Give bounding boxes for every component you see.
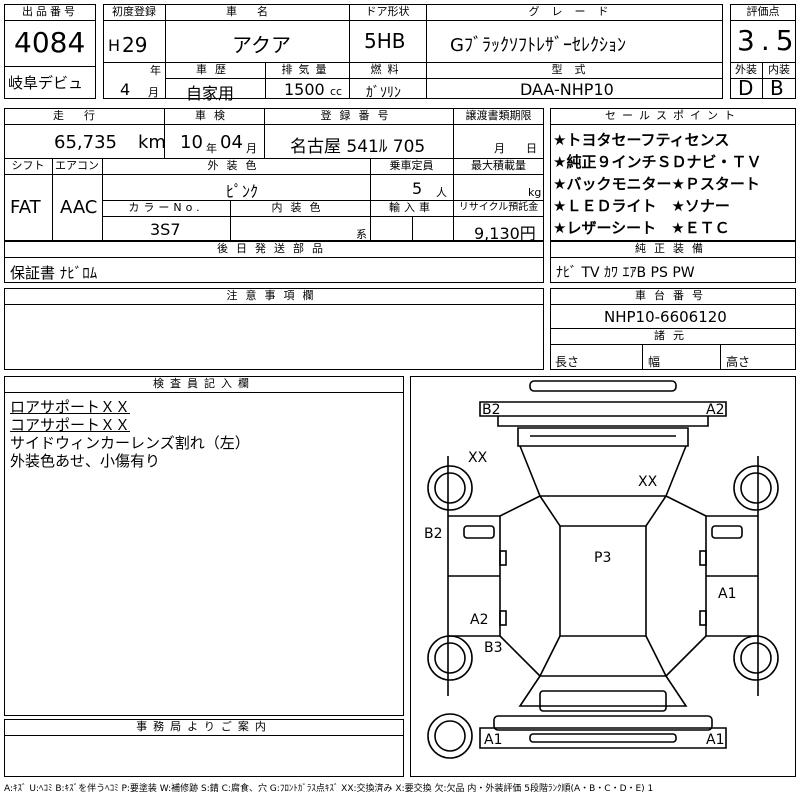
mark-a2-front: A2 — [706, 402, 724, 418]
mark-b3-left: B3 — [484, 640, 503, 656]
sales-point-2: ★純正９インチＳＤナビ・ＴＶ — [553, 153, 762, 171]
capacity-label: 乗車定員 — [389, 159, 434, 172]
car-name-label: 車名 — [226, 5, 288, 18]
import-label: 輸入車 — [389, 201, 434, 214]
capacity-unit: 人 — [436, 186, 447, 199]
score: 3.5 — [737, 24, 800, 57]
history-label: 車歴 — [196, 63, 234, 76]
ac: AAC — [60, 197, 98, 218]
factory-equipment: ﾅﾋﾞ TV ｶﾜ ｴｱB PS PW — [556, 265, 695, 281]
transfer-day-unit: 日 — [526, 142, 537, 155]
later-parts-label: 後日発送部品 — [217, 242, 331, 255]
car-name: アクア — [232, 33, 291, 57]
ext-color: ﾋﾟﾝｸ — [226, 182, 259, 201]
notes-label: 注意事項欄 — [226, 289, 322, 302]
month-unit: 月 — [148, 86, 159, 99]
ext-grade-label: 外装 — [735, 63, 757, 76]
lot-number: 4084 — [14, 26, 86, 59]
reg-no-label: 登録番号 — [320, 109, 397, 122]
first-reg-month: 4 — [120, 80, 131, 99]
capacity: 5 — [412, 179, 423, 198]
mark-a1-bottom-right: A1 — [706, 732, 724, 748]
inspection-year-unit: 年 — [206, 142, 217, 155]
chassis-label: 車台番号 — [635, 289, 711, 302]
inspection-month: 04 — [220, 132, 243, 153]
mark-b2-front: B2 — [482, 402, 501, 418]
legend: A:ｷｽﾞ U:ﾍｺﾐ B:ｷｽﾞを伴うﾍｺﾐ P:要塗装 W:補修跡 S:錆 … — [4, 784, 654, 794]
transfer-month-unit: 月 — [494, 142, 505, 155]
max-load-label: 最大積載量 — [471, 159, 526, 172]
color-no: 3S7 — [150, 220, 181, 239]
grade-label: グレード — [528, 5, 621, 18]
mark-a1-bottom-left: A1 — [484, 732, 502, 748]
fuel-label: 燃料 — [370, 63, 405, 76]
displacement-label: 排気量 — [281, 63, 333, 76]
specs-label: 諸元 — [654, 329, 692, 342]
inspector-line-4: 外装色あせ、小傷有り — [10, 452, 161, 470]
chassis-number: NHP10-6606120 — [604, 308, 727, 326]
mileage-unit: km — [138, 132, 166, 153]
car-diagram: B2 A2 XX XX B2 P3 A1 A2 B3 A1 A1 — [424, 380, 779, 759]
max-load-unit: kg — [528, 186, 542, 199]
sales-point-3: ★バックモニター★Ｐスタート — [553, 175, 760, 193]
mark-p3: P3 — [594, 550, 611, 566]
sales-points-label: セールスポイント — [605, 109, 741, 122]
shift: FAT — [10, 197, 41, 218]
fuel: ｶﾞｿﾘﾝ — [366, 85, 401, 101]
mark-xx-left: XX — [468, 450, 488, 466]
ext-grade: D — [738, 76, 754, 100]
door-type: 5HB — [364, 29, 406, 53]
inspection-year: 10 — [180, 132, 203, 153]
spec-height-label: 高さ — [726, 355, 751, 369]
history: 自家用 — [186, 84, 235, 103]
factory-equipment-label: 純正装備 — [635, 242, 711, 255]
shift-label: シフト — [11, 159, 45, 172]
mark-b2-left: B2 — [424, 526, 443, 542]
first-reg-label: 初度登録 — [112, 5, 156, 18]
mileage: 65,735 — [54, 132, 117, 153]
int-color-label: 内装色 — [271, 201, 329, 214]
int-grade-label: 内装 — [768, 63, 790, 76]
transfer-label: 譲渡書類期限 — [465, 109, 532, 122]
grade: Gﾌﾞﾗｯｸｿﾌﾄﾚｻﾞｰｾﾚｸｼｮﾝ — [450, 35, 626, 56]
model-label: 型式 — [551, 63, 598, 76]
inspection-month-unit: 月 — [246, 142, 257, 155]
ext-color-label: 外装色 — [207, 159, 265, 172]
inspector-label: 検査員記入欄 — [153, 377, 255, 390]
sales-point-1: ★トヨタセーフティセンス — [553, 131, 730, 149]
mileage-label: 走行 — [53, 109, 115, 122]
office-label: 事務局よりご案内 — [136, 720, 272, 733]
recycle-label: リサイクル預託金 — [458, 202, 539, 213]
sales-point-5: ★レザーシート ★ＥＴＣ — [553, 219, 730, 237]
color-no-label: カラーNo. — [128, 201, 204, 214]
int-color-unit: 系 — [356, 228, 367, 241]
mark-a2-left: A2 — [470, 612, 488, 628]
era: H — [108, 36, 121, 55]
displacement-unit: cc — [330, 85, 343, 98]
later-parts: 保証書 ﾅﾋﾞﾛﾑ — [10, 264, 98, 282]
lot-label: 出品番号 — [22, 5, 78, 18]
model: DAA-NHP10 — [520, 80, 614, 99]
int-grade: B — [770, 76, 784, 100]
spec-length-label: 長さ — [555, 355, 580, 369]
mark-xx-right: XX — [638, 474, 658, 490]
score-label: 評価点 — [746, 5, 780, 18]
spec-width-label: 幅 — [648, 355, 661, 369]
inspection-label: 車検 — [195, 109, 233, 122]
debut-badge: 岐阜デビュ — [8, 74, 84, 92]
sales-point-4: ★ＬＥＤライト ★ソナー — [553, 197, 730, 215]
first-reg-year: 29 — [122, 33, 148, 57]
displacement: 1500 — [284, 80, 325, 99]
door-label: ドア形状 — [365, 5, 410, 18]
year-unit: 年 — [150, 64, 161, 77]
mark-a1-right: A1 — [718, 586, 736, 602]
reg-no: 名古屋 541ﾙ 705 — [290, 137, 426, 157]
ac-label: エアコン — [55, 159, 99, 172]
